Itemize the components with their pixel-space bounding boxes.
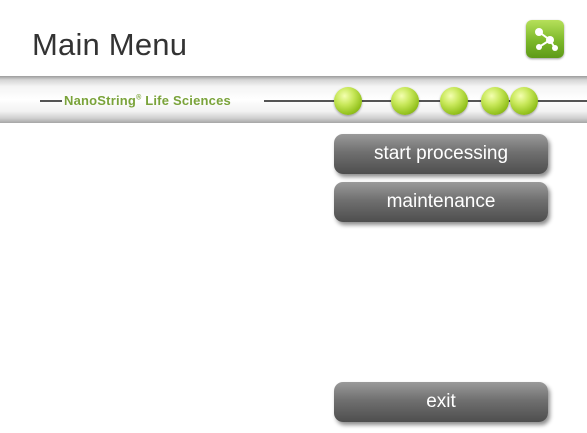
progress-dot-2 bbox=[391, 87, 419, 115]
progress-dot-3 bbox=[440, 87, 468, 115]
progress-dot-4 bbox=[481, 87, 509, 115]
progress-dot-1 bbox=[334, 87, 362, 115]
brand-text: NanoString® Life Sciences bbox=[64, 93, 231, 108]
brand-name: NanoString bbox=[64, 93, 137, 108]
exit-button[interactable]: exit bbox=[334, 382, 548, 422]
network-nodes-icon-graphic bbox=[535, 28, 558, 51]
banner-line-left bbox=[40, 100, 62, 102]
brand-registered-mark: ® bbox=[136, 94, 142, 102]
banner-line-right bbox=[264, 100, 587, 102]
brand-suffix: Life Sciences bbox=[145, 93, 231, 108]
maintenance-button[interactable]: maintenance bbox=[334, 182, 548, 222]
network-nodes-icon[interactable] bbox=[526, 20, 564, 58]
start-processing-button[interactable]: start processing bbox=[334, 134, 548, 174]
progress-dot-5 bbox=[510, 87, 538, 115]
page-title: Main Menu bbox=[32, 27, 188, 62]
